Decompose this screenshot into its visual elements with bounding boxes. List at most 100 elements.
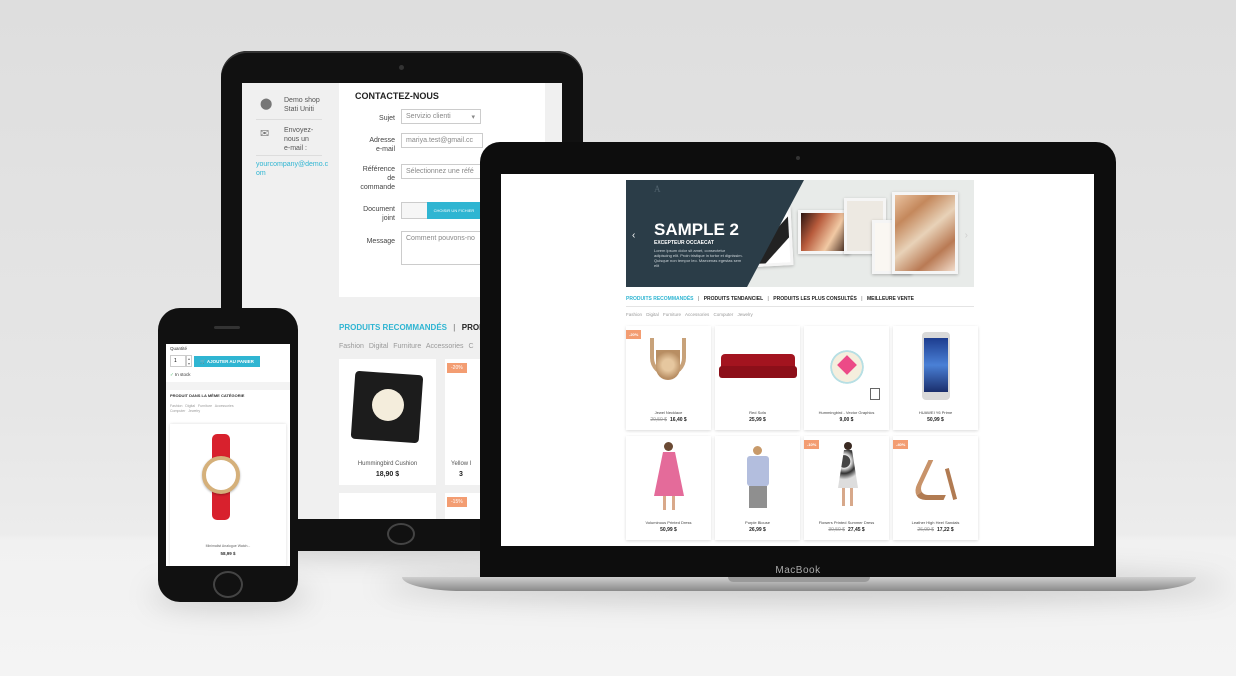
product-image xyxy=(719,440,796,510)
product-card[interactable]: -10% Flowers Printed Summer Dress 30,50 … xyxy=(804,436,889,540)
order-select[interactable]: Sélectionnez une réfé xyxy=(401,164,483,179)
blouse-shape xyxy=(747,456,769,486)
tab-separator: | xyxy=(697,296,700,302)
discount-badge: -40% xyxy=(893,440,909,449)
sofa-seat xyxy=(719,366,797,378)
category-filters[interactable]: Fashion Digital Furniture Accessories Co… xyxy=(626,312,753,317)
product-name: Flowers Printed Summer Dress xyxy=(818,520,875,525)
product-price: 30,50 $27,45 $ xyxy=(804,527,889,533)
cart-icon: 🛒 xyxy=(200,359,207,364)
email-field-label: Adresse e-mail xyxy=(369,137,395,154)
choose-file-button[interactable]: CHOISIR UN FICHIER xyxy=(427,202,481,219)
price-value: 26,99 $ xyxy=(749,527,766,533)
laptop-base xyxy=(402,577,1196,591)
slider-text: Lorem ipsum dolor sit amet, consectetur … xyxy=(654,248,743,268)
subject-select[interactable]: Servizio clienti ▾ xyxy=(401,109,481,124)
product-price: 3 xyxy=(459,471,463,478)
frame-art xyxy=(892,192,958,274)
category-filters[interactable]: Fashion Digital Furniture Accessories C xyxy=(339,343,474,350)
tab-most-viewed[interactable]: PRODUITS LES PLUS CONSULTÉS xyxy=(773,296,857,302)
model-leg xyxy=(850,488,853,506)
product-price: 20,50 $16,40 $ xyxy=(626,417,711,423)
tab-separator: | xyxy=(861,296,863,302)
product-price: 50,99 $ xyxy=(893,417,978,423)
product-name: Jewel Necklace xyxy=(654,410,683,415)
product-card[interactable]: Red Sofa 25,99 $ xyxy=(715,326,800,430)
email-field[interactable]: mariya.test@gmail.cc xyxy=(401,133,483,148)
laptop-screen: A SAMPLE 2 EXCEPTEUR OCCAECAT Lorem ipsu… xyxy=(501,174,1094,546)
price-value: 25,99 $ xyxy=(749,417,766,423)
stock-label: In stock xyxy=(175,372,191,377)
subject-label: Sujet xyxy=(379,115,395,122)
chevron-down-icon: ▾ xyxy=(471,114,475,121)
tab-trending[interactable]: PRODUITS TENDANCIEL xyxy=(704,296,763,302)
product-name: Yellow I xyxy=(451,461,472,467)
product-name: HUAWEI Y6 Prime xyxy=(918,410,953,415)
product-price: 26,99 $17,22 $ xyxy=(893,527,978,533)
slider-next-icon[interactable]: › xyxy=(965,230,968,241)
laptop-brand-label: MacBook xyxy=(775,565,821,576)
product-card[interactable]: Purple Blouse 26,99 $ xyxy=(715,436,800,540)
phone-display xyxy=(924,338,948,392)
phone-device: Quantité 1 ▴ ▾ 🛒 AJOUTER AU PANIER ✓ In s… xyxy=(158,308,298,602)
laptop-camera xyxy=(796,156,800,160)
slider-prev-icon[interactable]: ‹ xyxy=(632,230,635,241)
model-leg xyxy=(842,488,845,506)
phone-screen: Quantité 1 ▴ ▾ 🛒 AJOUTER AU PANIER ✓ In s… xyxy=(166,344,290,566)
frame-art xyxy=(798,210,850,254)
product-card[interactable]: Hummingbird - Vector Graphics 9,00 $ xyxy=(804,326,889,430)
price-value: 9,00 $ xyxy=(839,417,854,423)
slider-title: SAMPLE 2 xyxy=(654,220,740,239)
product-card[interactable]: -20% Jewel Necklace 20,50 $16,40 $ xyxy=(626,326,711,430)
attachment-label: Document joint xyxy=(363,206,395,223)
hero-slider[interactable]: A SAMPLE 2 EXCEPTEUR OCCAECAT Lorem ipsu… xyxy=(626,180,974,287)
divider xyxy=(256,155,322,156)
message-label: Message xyxy=(366,238,395,245)
product-image xyxy=(808,330,885,400)
product-card[interactable] xyxy=(339,493,436,519)
model-head xyxy=(844,442,852,450)
discount-badge: -10% xyxy=(804,440,820,449)
store-address: Demo shop Stati Uniti xyxy=(284,97,320,113)
old-price: 20,50 $ xyxy=(650,417,667,423)
product-image xyxy=(719,330,797,400)
divider xyxy=(626,306,974,307)
model-head xyxy=(664,442,673,451)
price-value: 27,45 $ xyxy=(848,527,865,533)
product-price: 9,00 $ xyxy=(804,417,889,423)
location-pin-icon: ⬤ xyxy=(260,98,273,110)
tab-recommended[interactable]: PRODUITS RECOMMANDÉS xyxy=(339,323,447,332)
tab-separator: | xyxy=(453,323,456,332)
tab-best-sellers[interactable]: MEILLEURE VENTE xyxy=(867,296,914,302)
message-textarea[interactable]: Comment pouvons-no xyxy=(401,231,483,265)
discount-badge: -20% xyxy=(626,330,642,339)
laptop-notch xyxy=(728,577,870,582)
email-label: Envoyez- nous un e-mail : xyxy=(284,127,314,152)
tab-recommended[interactable]: PRODUITS RECOMMANDÉS xyxy=(626,296,694,302)
old-price: 26,99 $ xyxy=(917,527,934,533)
watch-face xyxy=(202,456,240,494)
category-filters[interactable]: Fashion Digital Furniture Accessories Co… xyxy=(170,404,234,414)
product-image xyxy=(808,440,885,510)
product-name: Minimalist Analogue Watch... xyxy=(205,544,251,548)
product-card[interactable]: Minimalist Analogue Watch... 58,99 $ xyxy=(170,424,286,566)
product-price: 25,99 $ xyxy=(715,417,800,423)
product-card[interactable]: HUAWEI Y6 Prime 50,99 $ xyxy=(893,326,978,430)
product-image xyxy=(630,440,707,510)
product-name: Voluminous Printed Dress xyxy=(645,520,692,525)
add-to-cart-button[interactable]: 🛒 AJOUTER AU PANIER xyxy=(194,356,260,367)
product-name: Hummingbird - Vector Graphics xyxy=(818,410,875,415)
quantity-stepper[interactable]: 1 xyxy=(170,355,186,367)
quantity-arrows[interactable]: ▴ ▾ xyxy=(186,355,192,367)
subject-value: Servizio clienti xyxy=(406,113,451,120)
product-card[interactable]: Voluminous Printed Dress 50,99 $ xyxy=(626,436,711,540)
section-spacer xyxy=(166,382,290,390)
product-card[interactable]: Hummingbird Cushion 18,90 $ xyxy=(339,359,436,485)
discount-badge: -20% xyxy=(447,363,467,373)
product-name: Purple Blouse xyxy=(745,520,770,525)
hummingbird-print xyxy=(372,389,404,421)
phone-speaker xyxy=(214,326,240,329)
store-email-link[interactable]: yourcompany@demo.c om xyxy=(256,161,328,179)
price-value: 50,99 $ xyxy=(927,417,944,423)
product-card[interactable]: -40% Leather High Heel Sandals 26,99 $17… xyxy=(893,436,978,540)
